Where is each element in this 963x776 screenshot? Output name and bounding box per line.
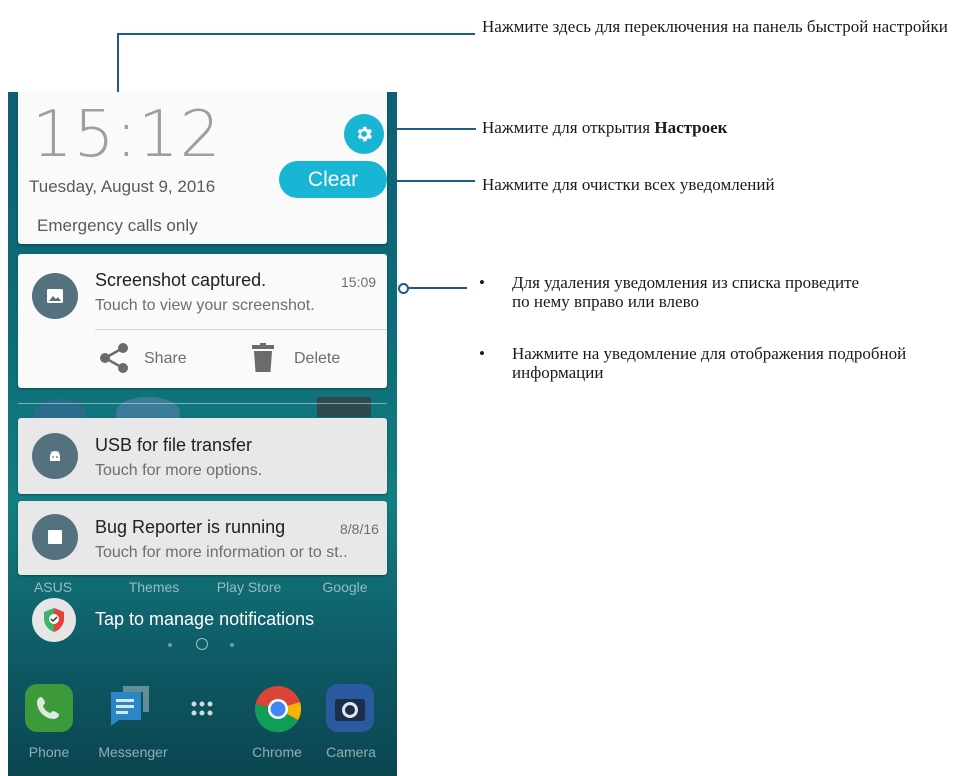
callout-bullet-swipe: • Для удаления уведомления из списка про…: [479, 273, 949, 313]
bullet-mark: •: [479, 273, 485, 292]
app-drawer-icon: [191, 701, 213, 716]
notification-title: Bug Reporter is running: [95, 517, 286, 537]
notification-subtitle: Touch for more information or to st..: [95, 544, 348, 561]
phone-screen: 15:12 Tuesday, August 9, 2016 Emergency …: [8, 92, 397, 776]
bg-app-icon: [317, 397, 371, 417]
manage-notifications[interactable]: Tap to manage notifications: [32, 594, 382, 644]
bullet-mark: •: [479, 344, 485, 363]
home-label-asus: ASUS: [33, 579, 73, 595]
stop-icon: [48, 530, 62, 544]
notification-icon: [32, 273, 78, 319]
manage-shield-icon: [32, 598, 76, 642]
image-icon: [47, 289, 63, 303]
notification-time: 8/8/16: [340, 521, 379, 537]
dock-app-drawer[interactable]: [178, 684, 226, 732]
chrome-icon: [255, 686, 301, 733]
notification-header: 15:12 Tuesday, August 9, 2016 Emergency …: [18, 92, 387, 244]
callout-quick-settings: Нажмите здесь для переключения на панель…: [482, 17, 948, 36]
gear-icon: [357, 126, 372, 142]
share-action[interactable]: Share: [98, 342, 208, 378]
dock-phone[interactable]: [25, 684, 73, 732]
callout-bullet-tap: • Нажмите на уведомление для отображения…: [479, 344, 949, 384]
dock-chrome[interactable]: [253, 684, 301, 733]
callout-line-quick-settings-v: [117, 34, 119, 98]
notification-usb[interactable]: USB for file transfer Touch for more opt…: [18, 418, 387, 494]
emergency-status: Emergency calls only: [37, 216, 198, 235]
dock-label-phone: Phone: [28, 744, 70, 760]
settings-button[interactable]: [344, 114, 384, 154]
home-label-themes: Themes: [128, 579, 180, 595]
shield-icon: [44, 608, 64, 632]
manage-label: Tap to manage notifications: [95, 609, 315, 629]
notification-screenshot[interactable]: Screenshot captured. 15:09 Touch to view…: [18, 254, 387, 388]
dock-label-chrome: Chrome: [252, 744, 302, 760]
date: Tuesday, August 9, 2016: [29, 177, 216, 196]
notification-subtitle: Touch for more options.: [95, 462, 263, 479]
notification-title: USB for file transfer: [95, 435, 253, 455]
phone-icon: [37, 697, 59, 719]
divider: [95, 329, 387, 330]
callout-line-notification: [405, 287, 467, 289]
bullet-text: Нажмите на уведомление для отображения п…: [512, 344, 907, 382]
notification-separator: [18, 403, 387, 404]
callout-clear: Нажмите для очистки всех уведомлений: [482, 175, 775, 194]
dock-messenger[interactable]: [105, 684, 153, 732]
camera-icon: [335, 699, 365, 721]
delete-action[interactable]: Delete: [252, 342, 362, 378]
bullet-text: Для удаления уведомления из списка прове…: [512, 273, 860, 311]
clock[interactable]: 15:12: [32, 98, 221, 172]
android-icon: [50, 451, 60, 461]
notification-bug-reporter[interactable]: Bug Reporter is running 8/8/16 Touch for…: [18, 501, 387, 575]
trash-icon: [252, 343, 274, 372]
page-dot: [168, 643, 172, 647]
share-label: Share: [144, 350, 187, 367]
notification-icon: [32, 514, 78, 560]
page-indicator: [168, 638, 248, 652]
dock-camera[interactable]: [326, 684, 374, 732]
notification-title: Screenshot captured.: [95, 270, 267, 290]
delete-label: Delete: [294, 350, 341, 367]
dock-label-messenger: Messenger: [98, 744, 168, 760]
home-label-google: Google: [322, 579, 368, 595]
notification-subtitle: Touch to view your screenshot.: [95, 297, 315, 314]
page-dot: [230, 643, 234, 647]
share-icon: [100, 343, 128, 373]
home-label-play-store: Play Store: [216, 579, 282, 595]
dock-label-camera: Camera: [326, 744, 376, 760]
callout-settings-prefix: Нажмите для открытия: [482, 118, 655, 137]
callout-settings: Нажмите для открытия Настроек: [482, 118, 727, 137]
notification-time: 15:09: [341, 274, 377, 290]
callout-line-quick-settings-h: [117, 33, 475, 35]
messenger-icon: [111, 686, 149, 726]
callout-dot-notification: [398, 283, 409, 294]
notification-icon: [32, 433, 78, 479]
page-dot-active: [196, 638, 208, 650]
clear-button[interactable]: Clear: [279, 161, 387, 198]
callout-settings-bold: Настроек: [654, 118, 728, 137]
